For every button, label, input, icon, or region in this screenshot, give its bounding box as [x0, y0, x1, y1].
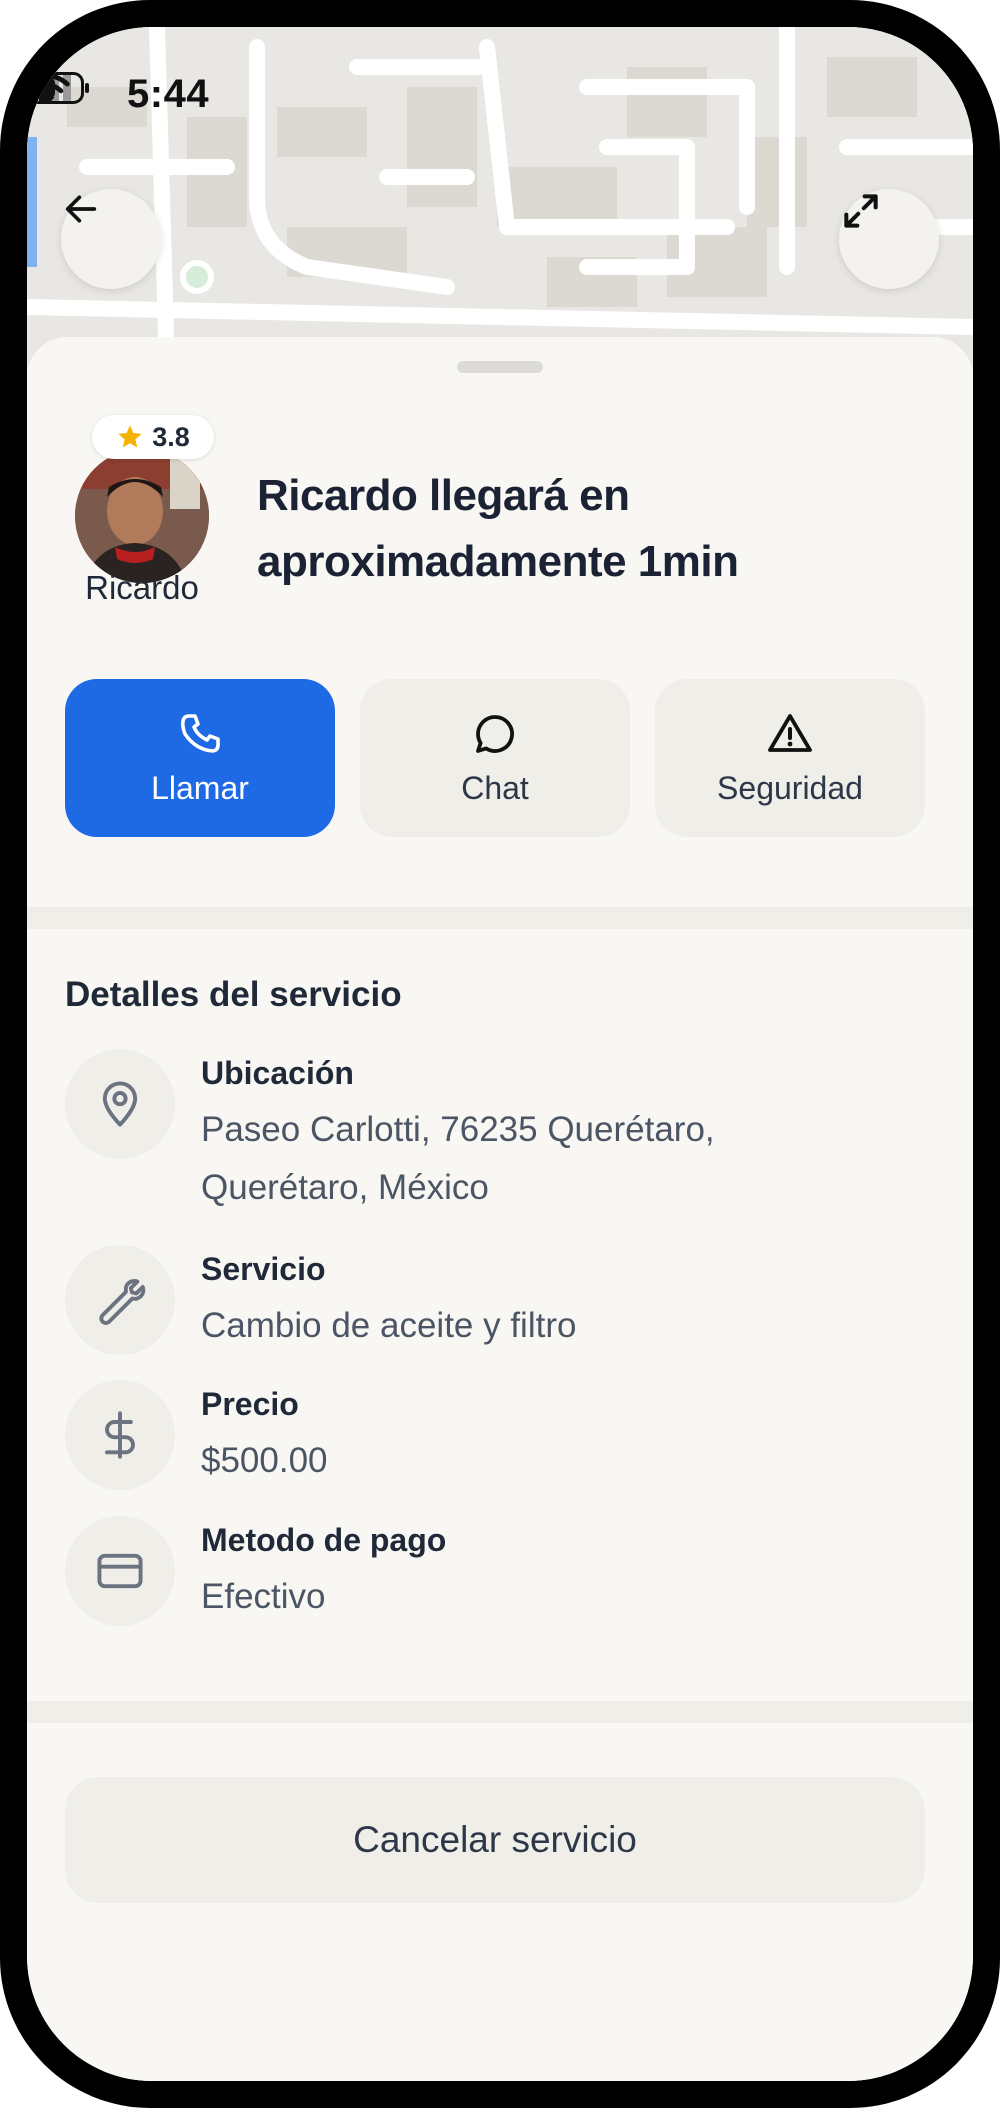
arrival-headline: Ricardo llegará en aproximadamente 1min: [257, 471, 739, 586]
rating-value: 3.8: [152, 421, 190, 452]
wrench-icon: [99, 1279, 146, 1325]
status-time: 5:44: [127, 72, 210, 116]
bottom-sheet: 3.8 Ricardo Ricardo llegará en aproximad…: [27, 337, 973, 2081]
battery-icon: [27, 72, 89, 104]
driver-rating-badge: 3.8: [92, 415, 214, 459]
service-label: Servicio: [201, 1251, 326, 1287]
location-value: Paseo Carlotti, 76235 Querétaro, Queréta…: [201, 1110, 715, 1207]
price-value: $500.00: [201, 1441, 328, 1480]
detail-service: Servicio Cambio de aceite y filtro: [65, 1245, 925, 1365]
call-button[interactable]: Llamar: [65, 679, 335, 837]
service-icon-circle: [65, 1245, 175, 1355]
service-value: Cambio de aceite y filtro: [201, 1306, 577, 1345]
chat-button-label: Chat: [461, 769, 529, 806]
section-divider: [27, 907, 973, 929]
detail-price: Precio $500.00: [65, 1380, 925, 1500]
arrow-left-icon: [65, 195, 97, 223]
driver-photo: [75, 449, 209, 583]
dollar-icon: [105, 1411, 135, 1459]
payment-icon-circle: [65, 1516, 175, 1626]
call-button-label: Llamar: [151, 769, 249, 806]
sheet-drag-handle[interactable]: [457, 361, 543, 373]
expand-map-button[interactable]: [839, 189, 939, 289]
star-icon: [118, 425, 142, 448]
screen: 5:44 3.8 Ricardo Ricardo llegará en apro…: [27, 27, 973, 2081]
cancel-service-button[interactable]: Cancelar servicio: [65, 1777, 925, 1903]
location-pin-icon: [102, 1081, 138, 1127]
detail-payment: Metodo de pago Efectivo: [65, 1516, 925, 1636]
chat-icon: [476, 714, 514, 753]
warning-icon: [768, 713, 812, 752]
back-button[interactable]: [61, 189, 161, 289]
price-label: Precio: [201, 1386, 299, 1422]
payment-label: Metodo de pago: [201, 1522, 447, 1558]
expand-icon: [844, 194, 878, 228]
driver-avatar: [75, 449, 209, 583]
price-icon-circle: [65, 1380, 175, 1490]
payment-value: Efectivo: [201, 1577, 326, 1616]
detail-location: Ubicación Paseo Carlotti, 76235 Querétar…: [65, 1049, 925, 1229]
map-view[interactable]: 5:44: [27, 27, 973, 367]
action-buttons: Llamar Chat Seguridad: [65, 679, 925, 839]
security-button[interactable]: Seguridad: [655, 679, 925, 837]
security-button-label: Seguridad: [717, 769, 863, 806]
driver-name: Ricardo: [85, 569, 199, 606]
phone-icon: [180, 713, 220, 753]
details-title: Detalles del servicio: [65, 975, 402, 1014]
location-icon-circle: [65, 1049, 175, 1159]
phone-frame: 5:44 3.8 Ricardo Ricardo llegará en apro…: [0, 0, 1000, 2108]
section-divider: [27, 1701, 973, 1723]
credit-card-icon: [97, 1553, 143, 1589]
location-label: Ubicación: [201, 1055, 354, 1091]
chat-button[interactable]: Chat: [360, 679, 630, 837]
status-bar: 5:44: [27, 72, 973, 132]
